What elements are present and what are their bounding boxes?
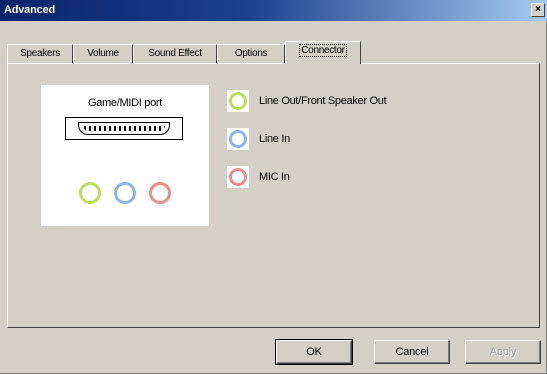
line-out-jack-icon xyxy=(79,182,101,204)
tab-volume[interactable]: Volume xyxy=(73,44,133,63)
apply-button[interactable]: Apply xyxy=(465,340,541,364)
tab-options[interactable]: Options xyxy=(217,44,285,63)
mic-in-label: MIC In xyxy=(259,171,290,183)
tab-speakers[interactable]: Speakers xyxy=(7,44,73,63)
title-bar[interactable]: Advanced × xyxy=(0,0,547,21)
connector-panel: Game/MIDI port Line Out/Front Speaker Ou… xyxy=(7,63,540,328)
tab-connector[interactable]: Connector xyxy=(285,41,361,64)
connector-diagram: Game/MIDI port xyxy=(41,85,209,226)
line-in-legend-icon xyxy=(227,128,249,150)
close-button[interactable]: × xyxy=(531,3,545,17)
advanced-dialog: Advanced × Speakers Volume Sound Effect … xyxy=(0,0,547,374)
ok-button[interactable]: OK xyxy=(275,339,353,365)
cancel-button[interactable]: Cancel xyxy=(374,340,450,364)
line-out-label: Line Out/Front Speaker Out xyxy=(259,95,387,107)
game-port-connector-icon xyxy=(65,117,183,140)
line-out-legend-icon xyxy=(227,90,249,112)
game-midi-port-label: Game/MIDI port xyxy=(87,97,163,109)
mic-in-legend-icon xyxy=(227,166,249,188)
mic-in-jack-icon xyxy=(149,182,171,204)
close-icon: × xyxy=(535,4,541,15)
tab-sound-effect[interactable]: Sound Effect xyxy=(133,44,217,63)
window-title: Advanced xyxy=(4,4,55,16)
line-in-jack-icon xyxy=(114,182,136,204)
connector-pins xyxy=(78,122,170,135)
line-in-label: Line In xyxy=(259,133,290,145)
